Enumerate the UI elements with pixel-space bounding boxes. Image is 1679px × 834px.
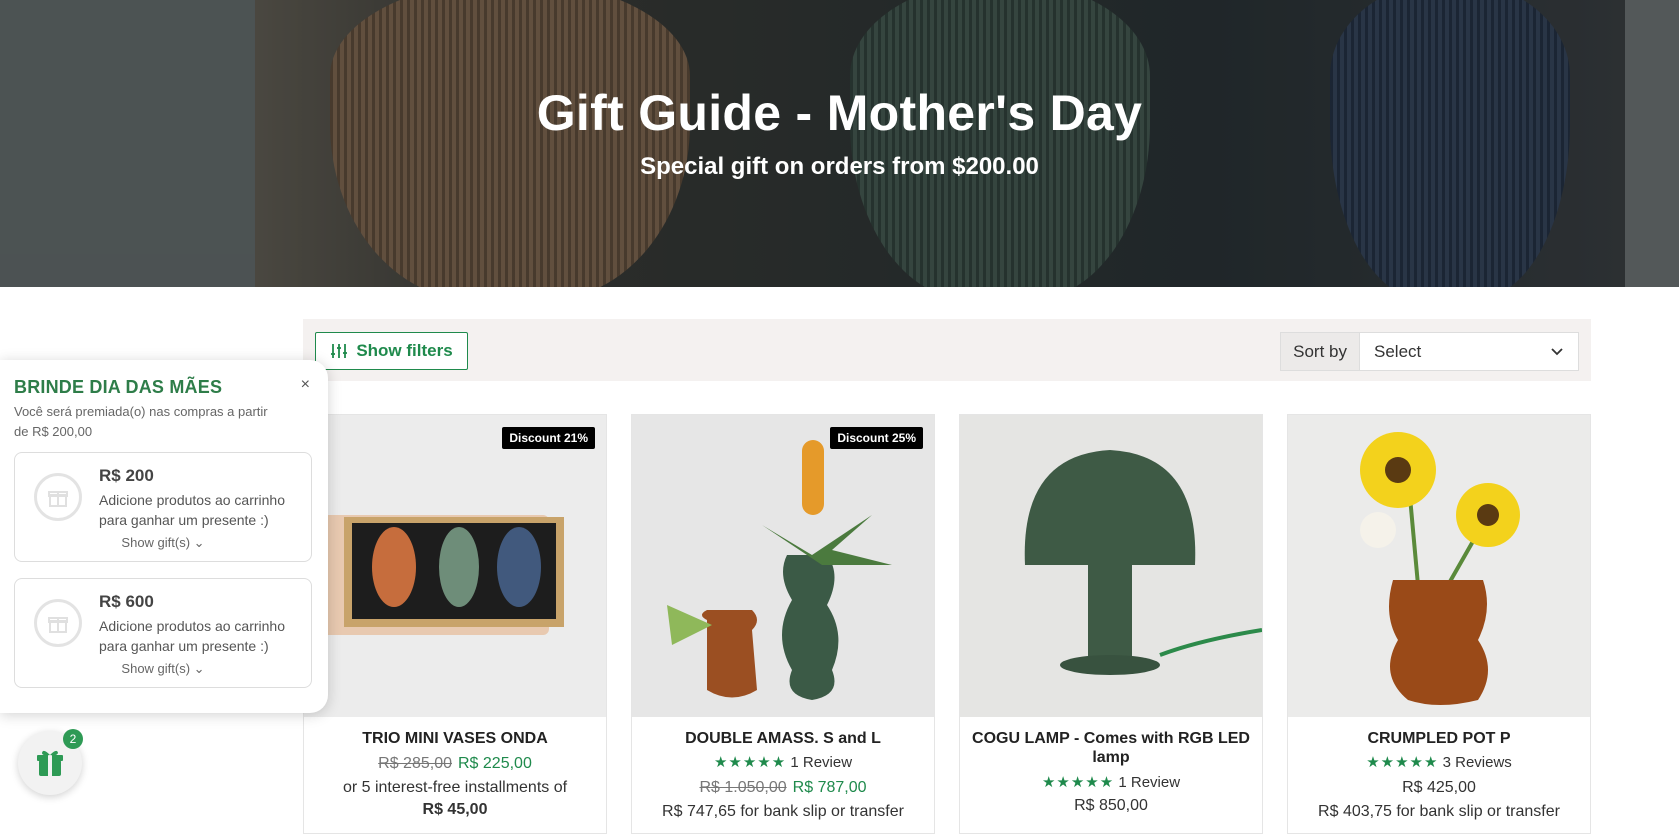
old-price: R$ 1.050,00 (699, 779, 787, 796)
hero-overlay (0, 0, 1679, 287)
sort-by-label: Sort by (1281, 333, 1360, 370)
old-price: R$ 285,00 (378, 755, 452, 772)
product-price: R$ 425,00 (1402, 779, 1476, 796)
installments-text: or 5 interest-free installments of (342, 779, 568, 796)
product-price: R$ 850,00 (1074, 797, 1148, 814)
chevron-down-icon (1551, 347, 1563, 355)
gift-box-icon (34, 599, 82, 647)
product-name[interactable]: COGU LAMP - Comes with RGB LED lamp (968, 729, 1254, 767)
product-image[interactable]: Discount 25% (632, 415, 934, 717)
hero-title: Gift Guide - Mother's Day (536, 85, 1143, 141)
product-name[interactable]: TRIO MINI VASES ONDA (312, 729, 598, 748)
hero-subtitle: Special gift on orders from $200.00 (640, 153, 1039, 180)
installments-text: R$ 747,65 for bank slip or transfer (662, 803, 904, 820)
filter-sliders-icon (331, 344, 348, 358)
review-count: 1 Review (790, 754, 853, 771)
gift-tier-amount: R$ 200 (99, 466, 154, 485)
gift-tier-message: Adicione produtos ao carrinho para ganha… (99, 618, 286, 654)
show-filters-button[interactable]: Show filters (315, 332, 468, 370)
product-photo (1288, 415, 1590, 717)
close-icon[interactable]: × (301, 376, 310, 394)
product-card[interactable]: Discount 25% DOUBLE AMASS. S and L ★★★★★… (631, 414, 935, 834)
discount-badge: Discount 21% (502, 427, 595, 449)
sort-select-value: Select (1374, 341, 1422, 361)
gift-tier: R$ 600 Adicione produtos ao carrinho par… (14, 578, 312, 688)
show-gifts-link[interactable]: Show gift(s) ⌄ (15, 535, 311, 551)
product-image[interactable] (1288, 415, 1590, 717)
collection-toolbar: Show filters Sort by Select (303, 319, 1591, 381)
star-rating-icon: ★★★★★ (713, 754, 787, 771)
gift-tier: R$ 200 Adicione produtos ao carrinho par… (14, 452, 312, 562)
product-rating: ★★★★★ 1 Review (960, 773, 1262, 791)
installment-value: R$ 45,00 (422, 801, 488, 818)
product-name[interactable]: DOUBLE AMASS. S and L (640, 729, 926, 748)
gift-promo-panel: BRINDE DIA DAS MÃES × Você será premiada… (0, 360, 328, 713)
product-image[interactable]: Discount 21% (304, 415, 606, 717)
show-filters-label: Show filters (356, 341, 453, 360)
product-name[interactable]: CRUMPLED POT P (1296, 729, 1582, 748)
product-image[interactable] (960, 415, 1262, 717)
gift-count-badge: 2 (63, 729, 83, 749)
product-card[interactable]: COGU LAMP - Comes with RGB LED lamp ★★★★… (959, 414, 1263, 834)
hero-banner: Gift Guide - Mother's Day Special gift o… (0, 0, 1679, 287)
sale-price: R$ 225,00 (458, 755, 532, 772)
product-photo (304, 415, 606, 717)
review-count: 1 Review (1118, 774, 1181, 791)
gift-panel-title: BRINDE DIA DAS MÃES (14, 377, 223, 397)
product-price: R$ 1.050,00 R$ 787,00 (632, 779, 934, 797)
review-count: 3 Reviews (1442, 754, 1512, 771)
gift-tier-amount: R$ 600 (99, 592, 154, 611)
product-rating: ★★★★★ 3 Reviews (1288, 753, 1590, 771)
product-card[interactable]: Discount 21% TRIO MINI VASES ONDA R$ 285… (303, 414, 607, 834)
star-rating-icon: ★★★★★ (1366, 754, 1439, 771)
product-rating: ★★★★★ 1 Review (632, 753, 934, 771)
sort-select[interactable]: Select (1360, 333, 1578, 370)
discount-badge: Discount 25% (830, 427, 923, 449)
product-price: R$ 285,00 R$ 225,00 (304, 755, 606, 773)
gift-tier-message: Adicione produtos ao carrinho para ganha… (99, 492, 286, 528)
gift-panel-description: Você será premiada(o) nas compras a part… (14, 404, 268, 439)
gift-box-icon (34, 473, 82, 521)
show-gifts-link[interactable]: Show gift(s) ⌄ (15, 661, 311, 677)
installments-text: R$ 403,75 for bank slip or transfer (1318, 803, 1560, 820)
product-photo (960, 415, 1262, 717)
sort-control: Sort by Select (1280, 332, 1579, 371)
product-photo (632, 415, 934, 717)
product-card[interactable]: CRUMPLED POT P ★★★★★ 3 Reviews R$ 425,00… (1287, 414, 1591, 834)
sale-price: R$ 787,00 (792, 779, 867, 796)
gift-icon (37, 750, 63, 776)
star-rating-icon: ★★★★★ (1041, 774, 1115, 791)
